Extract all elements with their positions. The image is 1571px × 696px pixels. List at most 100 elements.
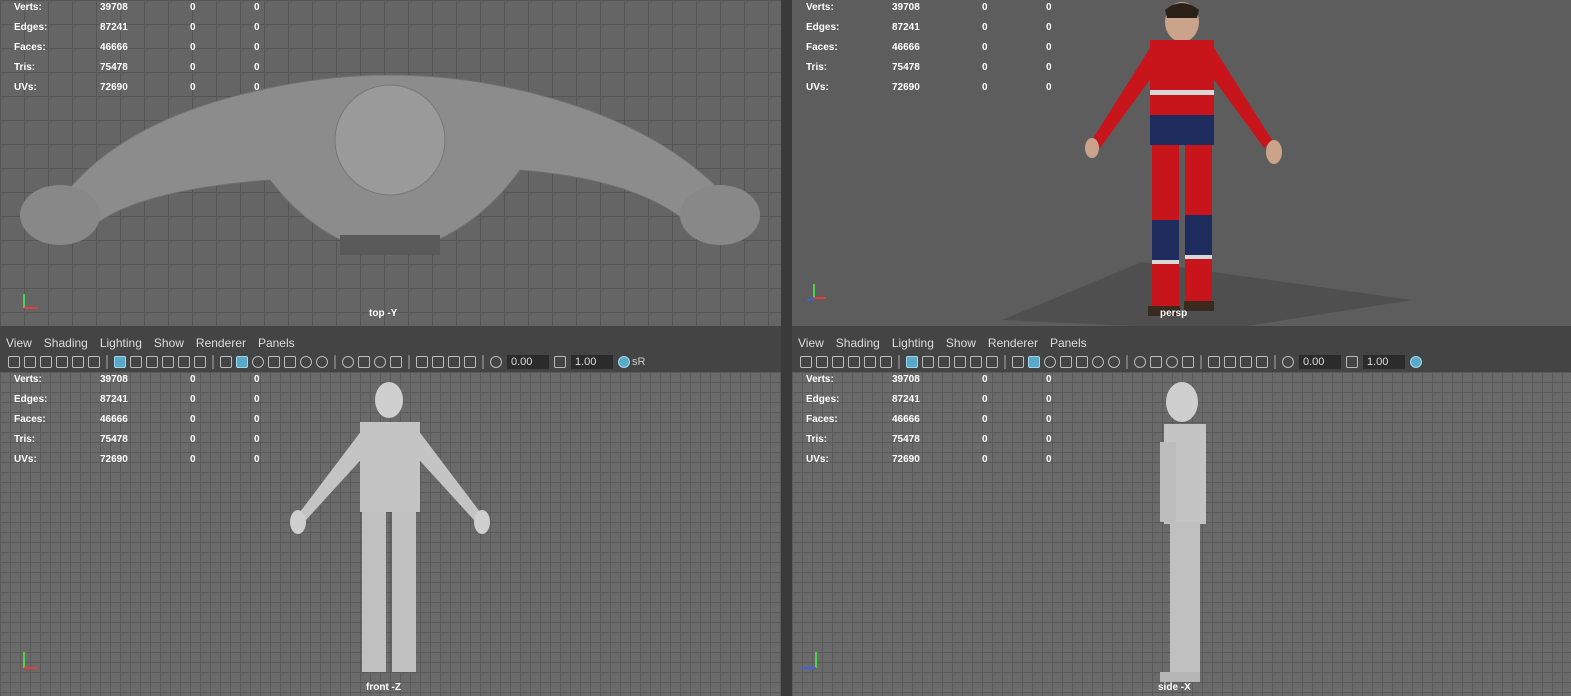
viewport-side[interactable]: Verts: 39708 0 0 Edges: 87241 0 0 Faces: 46666 0… — [792, 372, 1571, 696]
menu-lighting[interactable]: Lighting — [892, 336, 934, 350]
menu-lighting[interactable]: Lighting — [100, 336, 142, 350]
menu-panels[interactable]: Panels — [258, 336, 295, 350]
gate-mask-icon[interactable] — [162, 356, 174, 368]
hud-value: 0 — [982, 2, 988, 13]
screen-space-ao-icon[interactable] — [342, 356, 354, 368]
hud-label: UVs: — [806, 82, 829, 93]
hud-label: Faces: — [14, 414, 46, 425]
grease-pencil-icon[interactable] — [88, 356, 100, 368]
toolbar-separator — [1126, 355, 1128, 369]
isolate-select-icon[interactable] — [416, 356, 428, 368]
hud-value: 0 — [254, 454, 260, 465]
grid-icon[interactable] — [906, 356, 918, 368]
motion-blur-icon[interactable] — [358, 356, 370, 368]
exposure-icon[interactable] — [1282, 356, 1294, 368]
anti-alias-icon[interactable] — [374, 356, 386, 368]
exposure-field[interactable]: 0.00 — [507, 355, 549, 369]
film-gate-icon[interactable] — [922, 356, 934, 368]
safe-action-icon[interactable] — [194, 356, 206, 368]
textured-icon[interactable] — [1060, 356, 1072, 368]
camera-icon[interactable] — [800, 356, 812, 368]
menu-panels[interactable]: Panels — [1050, 336, 1087, 350]
viewport-persp[interactable]: Verts: 39708 0 0 Edges: 87241 0 0 Faces: 46666 0… — [792, 0, 1571, 326]
hud-value: 75478 — [100, 434, 128, 445]
menu-view[interactable]: View — [798, 336, 824, 350]
color-management-icon[interactable] — [618, 356, 630, 368]
menu-view[interactable]: View — [6, 336, 32, 350]
wireframe-icon[interactable] — [1012, 356, 1024, 368]
depth-of-field-icon[interactable] — [1182, 356, 1194, 368]
camera-label: side -X — [1158, 682, 1191, 693]
hud-row: Edges: 87241 0 0 — [14, 21, 274, 41]
depth-of-field-icon[interactable] — [390, 356, 402, 368]
xray-icon[interactable] — [1224, 356, 1236, 368]
2d-pan-zoom-icon[interactable] — [864, 356, 876, 368]
panel-divider[interactable] — [781, 0, 792, 696]
menu-renderer[interactable]: Renderer — [196, 336, 246, 350]
menu-shading[interactable]: Shading — [836, 336, 880, 350]
hud-value: 0 — [190, 2, 196, 13]
motion-blur-icon[interactable] — [1150, 356, 1162, 368]
menu-show[interactable]: Show — [154, 336, 184, 350]
default-material-icon[interactable] — [1044, 356, 1056, 368]
hud-value: 0 — [254, 374, 260, 385]
shadows-icon[interactable] — [1108, 356, 1120, 368]
image-plane-icon[interactable] — [56, 356, 68, 368]
menu-show[interactable]: Show — [946, 336, 976, 350]
wireframe-icon[interactable] — [220, 356, 232, 368]
toolbar-separator — [1004, 355, 1006, 369]
resolution-gate-icon[interactable] — [938, 356, 950, 368]
smooth-shade-icon[interactable] — [236, 356, 248, 368]
lights-icon[interactable] — [1092, 356, 1104, 368]
image-plane-icon[interactable] — [848, 356, 860, 368]
hud-row: Tris: 75478 0 0 — [806, 61, 1066, 81]
toolbar-separator — [334, 355, 336, 369]
menu-shading[interactable]: Shading — [44, 336, 88, 350]
checker-icon[interactable] — [1076, 356, 1088, 368]
textured-icon[interactable] — [268, 356, 280, 368]
gate-mask-icon[interactable] — [954, 356, 966, 368]
hud-label: Verts: — [806, 374, 834, 385]
xray-icon[interactable] — [432, 356, 444, 368]
viewport-front[interactable]: Verts: 39708 0 0 Edges: 87241 0 0 Faces: 46666 0… — [0, 372, 781, 696]
hud-value: 0 — [254, 62, 260, 73]
field-chart-icon[interactable] — [970, 356, 982, 368]
color-space-label[interactable]: sR — [632, 356, 645, 368]
default-material-icon[interactable] — [252, 356, 264, 368]
camera-attributes-icon[interactable] — [24, 356, 36, 368]
exposure-field[interactable]: 0.00 — [1299, 355, 1341, 369]
hud-label: Verts: — [14, 2, 42, 13]
screen-space-ao-icon[interactable] — [1134, 356, 1146, 368]
xray-joints-icon[interactable] — [1256, 356, 1268, 368]
smooth-shade-icon[interactable] — [1028, 356, 1040, 368]
camera-icon[interactable] — [8, 356, 20, 368]
exposure-icon[interactable] — [490, 356, 502, 368]
resolution-gate-icon[interactable] — [146, 356, 158, 368]
grease-pencil-icon[interactable] — [880, 356, 892, 368]
field-chart-icon[interactable] — [178, 356, 190, 368]
xray-joints-icon[interactable] — [464, 356, 476, 368]
2d-pan-zoom-icon[interactable] — [72, 356, 84, 368]
hud-value: 46666 — [100, 42, 128, 53]
hud-value: 75478 — [892, 434, 920, 445]
color-management-icon[interactable] — [1410, 356, 1422, 368]
anti-alias-icon[interactable] — [1166, 356, 1178, 368]
gamma-icon[interactable] — [554, 356, 566, 368]
hud-value: 39708 — [100, 2, 128, 13]
gamma-field[interactable]: 1.00 — [1363, 355, 1405, 369]
gamma-icon[interactable] — [1346, 356, 1358, 368]
grid-icon[interactable] — [114, 356, 126, 368]
gamma-field[interactable]: 1.00 — [571, 355, 613, 369]
bookmark-icon[interactable] — [832, 356, 844, 368]
isolate-select-icon[interactable] — [1208, 356, 1220, 368]
bookmark-icon[interactable] — [40, 356, 52, 368]
xray-active-icon[interactable] — [1240, 356, 1252, 368]
safe-action-icon[interactable] — [986, 356, 998, 368]
xray-active-icon[interactable] — [448, 356, 460, 368]
shadows-icon[interactable] — [316, 356, 328, 368]
checker-icon[interactable] — [284, 356, 296, 368]
menu-renderer[interactable]: Renderer — [988, 336, 1038, 350]
camera-attributes-icon[interactable] — [816, 356, 828, 368]
lights-icon[interactable] — [300, 356, 312, 368]
film-gate-icon[interactable] — [130, 356, 142, 368]
